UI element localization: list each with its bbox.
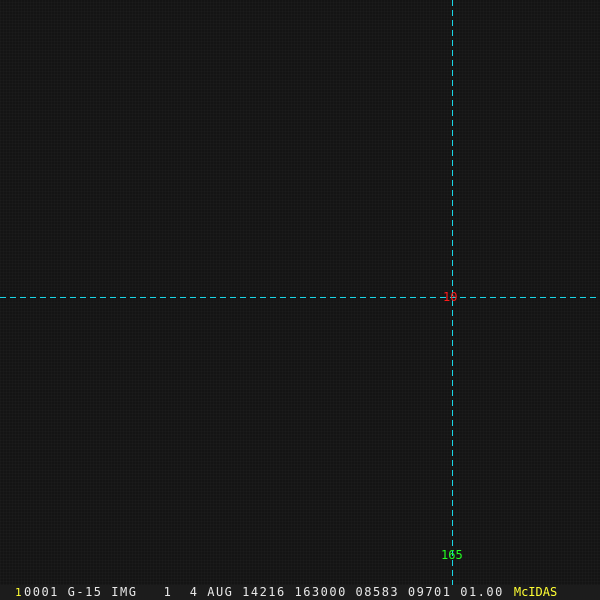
crosshair-center-label: 10 xyxy=(443,290,458,304)
crosshair-bottom-label: 165 xyxy=(441,548,463,562)
image-info: 0001 G-15 IMG 1 4 AUG 14216 163000 08583… xyxy=(24,585,504,599)
brand-label: McIDAS xyxy=(513,585,558,599)
status-bar: 1 0001 G-15 IMG 1 4 AUG 14216 163000 085… xyxy=(0,585,600,600)
frame-number: 1 xyxy=(15,586,22,599)
screen: 10 165 1 0001 G-15 IMG 1 4 AUG 14216 163… xyxy=(0,0,600,600)
image-display[interactable]: 10 165 xyxy=(0,0,600,585)
crosshair-horizontal-line xyxy=(0,297,600,298)
